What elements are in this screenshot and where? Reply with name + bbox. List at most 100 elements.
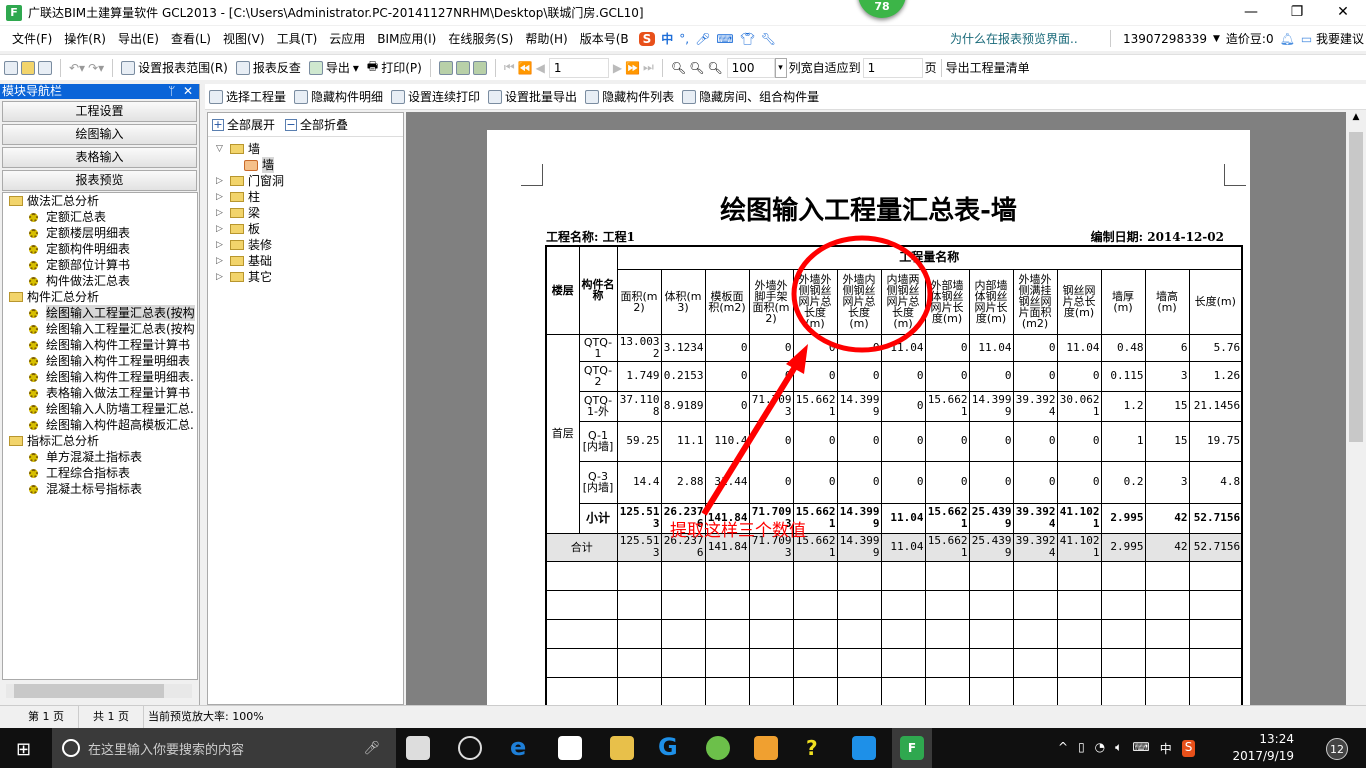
menu-item[interactable]: 在线服务(S)	[442, 30, 519, 47]
network-device-icon[interactable]: ▯	[1078, 740, 1085, 757]
preview-vertical-scrollbar[interactable]: ▲	[1346, 112, 1366, 705]
help-link[interactable]: 为什么在报表预览界面..	[950, 30, 1078, 47]
minimize-button[interactable]: —	[1228, 0, 1274, 25]
save-icon[interactable]	[38, 60, 52, 75]
collapse-arrow-icon[interactable]: ▽	[216, 141, 228, 157]
tray-ime[interactable]: 中	[1160, 740, 1172, 757]
report-toolbar-button[interactable]: 隐藏构件列表	[581, 88, 678, 105]
zoom-in-icon[interactable]: 🔍︎	[671, 61, 686, 75]
pinwheel-app-icon[interactable]	[406, 736, 430, 760]
mic-icon[interactable]: 🎤︎	[363, 741, 380, 756]
tree-item[interactable]: 绘图输入构件工程量明细表.	[3, 369, 197, 385]
component-tree-item[interactable]: ▷ 装修	[208, 237, 403, 253]
prev-page-icon[interactable]: ◀	[536, 61, 545, 75]
tree-item[interactable]: 构件做法汇总表	[3, 273, 197, 289]
gcl-taskbar-item[interactable]: F	[892, 728, 932, 768]
tree-item[interactable]: 定额部位计算书	[3, 257, 197, 273]
nav-close-icon[interactable]: ✕	[183, 84, 193, 98]
component-tree-item[interactable]: ▷ 板	[208, 221, 403, 237]
menu-item[interactable]: BIM应用(I)	[371, 30, 442, 47]
new-file-icon[interactable]	[4, 60, 18, 75]
tree-item[interactable]: 绘图输入构件工程量计算书	[3, 337, 197, 353]
tree-folder[interactable]: 指标汇总分析	[3, 433, 197, 449]
tree-folder[interactable]: 构件汇总分析	[3, 289, 197, 305]
tree-item[interactable]: 定额构件明细表	[3, 241, 197, 257]
chevron-down-icon[interactable]: ▼	[1213, 34, 1220, 44]
expand-arrow-icon[interactable]: ▷	[216, 205, 228, 221]
menu-item[interactable]: 帮助(H)	[519, 30, 573, 47]
zoom-dropdown-icon[interactable]: ▾	[774, 57, 787, 78]
export-button[interactable]: 导出 ▾	[305, 59, 363, 76]
print-button[interactable]: 🖶 打印(P)	[363, 57, 426, 78]
ime-punct[interactable]: °,	[679, 32, 689, 46]
tree-item[interactable]: 绘图输入工程量汇总表(按构	[3, 321, 197, 337]
store-icon[interactable]	[558, 736, 582, 760]
keyboard-icon[interactable]: ⌨	[1132, 740, 1149, 757]
component-tree-item[interactable]: ▷ 门窗洞	[208, 173, 403, 189]
skin-icon[interactable]: 👕︎	[740, 32, 755, 46]
nav-button[interactable]: 表格输入	[2, 147, 197, 168]
component-tree-item[interactable]: ▷ 其它	[208, 269, 403, 285]
expand-arrow-icon[interactable]: ▷	[216, 237, 228, 253]
report-toolbar-button[interactable]: 设置连续打印	[387, 88, 484, 105]
taskbar-search[interactable]: 在这里输入你要搜索的内容 🎤︎	[52, 728, 396, 768]
expand-arrow-icon[interactable]: ▷	[216, 173, 228, 189]
tree-item[interactable]: 表格输入做法工程量计算书	[3, 385, 197, 401]
menu-item[interactable]: 版本号(B	[574, 30, 635, 47]
next-fast-icon[interactable]: ⏩	[625, 61, 640, 75]
keyboard-icon[interactable]: ⌨	[716, 32, 733, 46]
expand-arrow-icon[interactable]: ▷	[216, 189, 228, 205]
expand-arrow-icon[interactable]: ▷	[216, 269, 228, 285]
next-page-icon[interactable]: ▶	[613, 61, 622, 75]
wifi-icon[interactable]: ◔	[1095, 740, 1105, 757]
export-list-button[interactable]: 导出工程量清单	[946, 59, 1030, 76]
expand-arrow-icon[interactable]: ▷	[216, 253, 228, 269]
tree-item[interactable]: 工程综合指标表	[3, 465, 197, 481]
multi-page-icon[interactable]	[472, 60, 487, 75]
collapse-all-button[interactable]: − 全部折叠	[285, 116, 348, 133]
zoom-select[interactable]: 100	[726, 57, 775, 78]
nav-button[interactable]: 工程设置	[2, 101, 197, 122]
nav-button[interactable]: 报表预览	[2, 170, 197, 191]
nav-horizontal-scrollbar[interactable]	[6, 684, 192, 698]
tree-item[interactable]: 混凝土标号指标表	[3, 481, 197, 497]
component-tree-item[interactable]: 墙	[208, 157, 403, 173]
clock[interactable]: 13:24 2017/9/19	[1228, 731, 1294, 765]
green-app-icon[interactable]	[706, 736, 730, 760]
blue-app-icon[interactable]	[852, 736, 876, 760]
tree-item[interactable]: 单方混凝土指标表	[3, 449, 197, 465]
open-folder-icon[interactable]	[21, 60, 35, 75]
menu-item[interactable]: 查看(L)	[165, 30, 217, 47]
close-button[interactable]: ✕	[1320, 0, 1366, 25]
mic-icon[interactable]: 🎤︎	[695, 32, 710, 46]
report-toolbar-button[interactable]: 设置批量导出	[484, 88, 581, 105]
menu-item[interactable]: 工具(T)	[271, 30, 324, 47]
component-tree-item[interactable]: ▷ 柱	[208, 189, 403, 205]
tree-item[interactable]: 绘图输入人防墙工程量汇总.	[3, 401, 197, 417]
bell-icon[interactable]: 🔔︎	[1280, 32, 1295, 46]
edge-icon[interactable]: e	[510, 735, 534, 760]
report-check-button[interactable]: 报表反查	[232, 59, 305, 76]
tree-item[interactable]: 定额汇总表	[3, 209, 197, 225]
zoom-out-icon[interactable]: 🔍︎	[689, 61, 704, 75]
last-page-icon[interactable]: ⏭	[643, 60, 654, 75]
report-toolbar-button[interactable]: 选择工程量	[205, 88, 290, 105]
two-page-icon[interactable]	[455, 60, 470, 75]
menu-item[interactable]: 操作(R)	[58, 30, 112, 47]
menu-item[interactable]: 视图(V)	[217, 30, 271, 47]
notes-app-icon[interactable]	[754, 736, 778, 760]
ime-toolbar[interactable]: S 中 °, 🎤︎ ⌨ 👕︎ 🔧︎	[638, 30, 776, 47]
tree-item[interactable]: 绘图输入工程量汇总表(按构	[3, 305, 197, 321]
tree-item[interactable]: 绘图输入构件超高模板汇总.	[3, 417, 197, 433]
tree-item[interactable]: 绘图输入构件工程量明细表	[3, 353, 197, 369]
browser-app-icon[interactable]	[458, 736, 482, 760]
page-input[interactable]: 1	[548, 57, 609, 78]
first-page-icon[interactable]: ⏮	[504, 60, 515, 75]
single-page-icon[interactable]	[438, 60, 453, 75]
set-range-button[interactable]: 设置报表范围(R)	[117, 59, 232, 76]
undo-icon[interactable]: ↶▾	[69, 61, 85, 75]
tree-folder[interactable]: 做法汇总分析	[3, 193, 197, 209]
pin-icon[interactable]: ᛘ	[168, 84, 175, 98]
report-toolbar-button[interactable]: 隐藏房间、组合构件量	[678, 88, 823, 105]
nav-button[interactable]: 绘图输入	[2, 124, 197, 145]
